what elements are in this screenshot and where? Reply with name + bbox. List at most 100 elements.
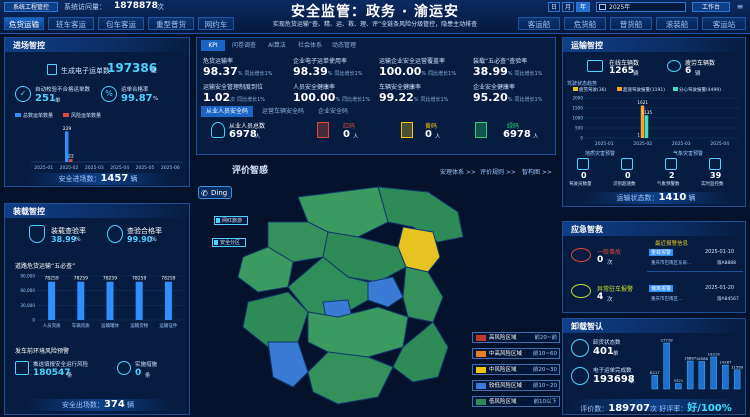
- kpi-1: 企业电子运单使用率 98.39% 同比增长1%: [293, 58, 363, 78]
- visits-label: 系统访问量：: [64, 3, 106, 11]
- tab-right-1[interactable]: 危货船: [564, 17, 606, 30]
- generated-unit: 单: [151, 68, 158, 75]
- date-month[interactable]: 月: [562, 2, 574, 12]
- unload-icon: [571, 339, 589, 357]
- x-tick-label: 车辆资质: [72, 322, 90, 329]
- y-tick-label: 1000: [572, 116, 583, 121]
- bar: [651, 375, 659, 390]
- eval-link-1[interactable]: 评价规则 >>: [480, 167, 516, 176]
- alert-plate: 渝A8888: [717, 261, 737, 266]
- legend-mid-high[interactable]: 中高风险区域 前10~60: [472, 348, 560, 359]
- fatigue-icon: [667, 60, 681, 72]
- online-unit: 辆: [633, 71, 639, 77]
- bar: [710, 356, 717, 390]
- data-label: 1: [637, 132, 640, 137]
- tab-right-4[interactable]: 客运站: [702, 17, 746, 30]
- page-title: 安全监管：政务 · 渝运安: [290, 4, 460, 20]
- code-tab-1[interactable]: 运营车辆安全码: [257, 106, 309, 117]
- alert-addr: 重庆市巴南区东泉...: [651, 261, 692, 266]
- kpi-tab-4[interactable]: 动态管理: [329, 40, 359, 51]
- workbench-button[interactable]: 工作台: [692, 2, 730, 12]
- code-tab-0[interactable]: 从业人员安全码: [201, 106, 253, 117]
- x-tick-label: 运输罐体: [101, 322, 119, 329]
- stat-icon-1-value: 0: [625, 171, 631, 180]
- stat-icon-2-label: 气象预警数: [657, 182, 680, 187]
- panel-title: 装载智控: [5, 204, 189, 218]
- drive-chart-title: 驾驶状态趋势: [567, 81, 598, 87]
- tab-left-2[interactable]: 包车客运: [98, 17, 144, 30]
- alert-item-0[interactable]: 重载报警 2025-01-10 重庆市巴南区东泉... 渝A8888: [647, 248, 743, 272]
- risk-value: 180547: [33, 368, 71, 378]
- legend-mid[interactable]: 中风险区域 前20~30: [472, 364, 560, 375]
- eval-link-0[interactable]: 安理体系 >>: [440, 167, 476, 176]
- bar: [722, 364, 729, 390]
- unload-footer: 评价数：189707次 好评率：好/100%: [571, 399, 741, 414]
- kpi-tab-0[interactable]: KPI: [201, 40, 225, 51]
- tab-right-0[interactable]: 客运船: [518, 17, 560, 30]
- map-pin-0[interactable]: 网红旅游: [214, 216, 248, 225]
- tab-left-0[interactable]: 危货运输: [4, 17, 44, 30]
- unload-label: 卸货状态数: [593, 340, 621, 346]
- bar: [48, 281, 56, 320]
- auto-check-value: 251: [35, 93, 56, 104]
- tab-left-4[interactable]: 网约车: [198, 17, 234, 30]
- tab-right-2[interactable]: 普货船: [610, 17, 652, 30]
- kpi-tab-3[interactable]: 社会体系: [295, 40, 325, 51]
- map-region-south-2: [307, 306, 409, 358]
- yellow-code-value: 0: [425, 129, 432, 140]
- date-day[interactable]: 日: [548, 2, 560, 12]
- tab-left-3[interactable]: 重型普货: [148, 17, 194, 30]
- alert-item-2[interactable]: 偏离报警 2025-01-20 重庆市巴南区... 渝A84567: [647, 284, 743, 308]
- data-label: 22: [68, 154, 74, 160]
- kpi-tab-1[interactable]: 问卷调查: [229, 40, 259, 51]
- data-label: 14387: [719, 360, 732, 365]
- panel-title: 卸载智认: [563, 319, 745, 333]
- legend-low-mid[interactable]: 较低风险区域 前10~20: [472, 380, 560, 391]
- generated-label: 生成电子运单数: [61, 67, 110, 75]
- data-label: 1135: [641, 110, 652, 115]
- map-pin-1[interactable]: 安全分区: [212, 238, 246, 247]
- y-tick-label: 30,000: [20, 303, 35, 308]
- date-input[interactable]: 2025年: [596, 2, 686, 12]
- pin-icon: [214, 240, 218, 245]
- check-icon: ✓: [15, 86, 31, 102]
- bar: [164, 281, 172, 320]
- complete-label: 电子运单完成数: [593, 368, 632, 374]
- ding-button[interactable]: ✆ Ding: [198, 186, 232, 199]
- tab-right-3[interactable]: 滚装船: [656, 17, 698, 30]
- map-region-south-3: [307, 351, 394, 405]
- drive-chart: 0 500 1000 1500 2000 2025-01 2025-02 1 1621 1135 2…: [572, 96, 739, 146]
- code-total-unit: 人: [255, 134, 261, 140]
- system-button[interactable]: 系统工程管控: [4, 2, 58, 12]
- person-icon: [211, 122, 225, 138]
- date-year[interactable]: 年: [576, 2, 590, 12]
- panel-transport-control: 运输智控 在线车辆数 1265 辆 疲劳车辆数 6 辆 驾驶状态趋势 疲劳驾驶(…: [562, 37, 746, 207]
- alert-type: 重载报警: [649, 249, 674, 256]
- tab-left-1[interactable]: 班车客运: [48, 17, 94, 30]
- data-label: 78259: [132, 276, 146, 282]
- eval-link-2[interactable]: 智构图 >>: [522, 167, 552, 176]
- kpi-tab-2[interactable]: AI算法: [263, 40, 291, 51]
- y-tick-label: 500: [575, 126, 583, 131]
- code-tab-2[interactable]: 企业安全码: [313, 106, 353, 117]
- alert-date: 2025-01-20: [705, 285, 735, 291]
- install-rate-unit: %: [75, 236, 81, 243]
- data-label: 78259: [161, 276, 175, 282]
- measure-icon: [117, 361, 131, 375]
- legend-high[interactable]: 高风险区域 前20~前: [472, 332, 560, 343]
- stat-icon-1: [621, 158, 633, 170]
- pending-unit: 条: [145, 373, 151, 379]
- bar: [675, 383, 682, 390]
- entry-footer: 安全进场数：1457 辆: [25, 173, 171, 185]
- auto-check-unit: 单: [55, 98, 61, 104]
- menu-icon[interactable]: ≡: [734, 2, 746, 12]
- legend-low[interactable]: 低风险区域 前10以下: [472, 396, 560, 407]
- data-label: 3321: [674, 378, 684, 383]
- entry-chart: 2025-01 2025-02 229 22 2025-03 2025-04 2025-05…: [31, 126, 183, 170]
- stat-icon-3-label: 实时监控数: [701, 182, 724, 187]
- data-label: 78259: [74, 276, 88, 282]
- unload-chart: 8217 27728 3321 16887 1658819319 1438711569: [650, 338, 744, 390]
- kpi-4: 运输安全管理制度到位 1.02次 同比增长1%: [203, 84, 266, 104]
- bar: [663, 342, 670, 390]
- panel-title: 运输智控: [563, 38, 745, 52]
